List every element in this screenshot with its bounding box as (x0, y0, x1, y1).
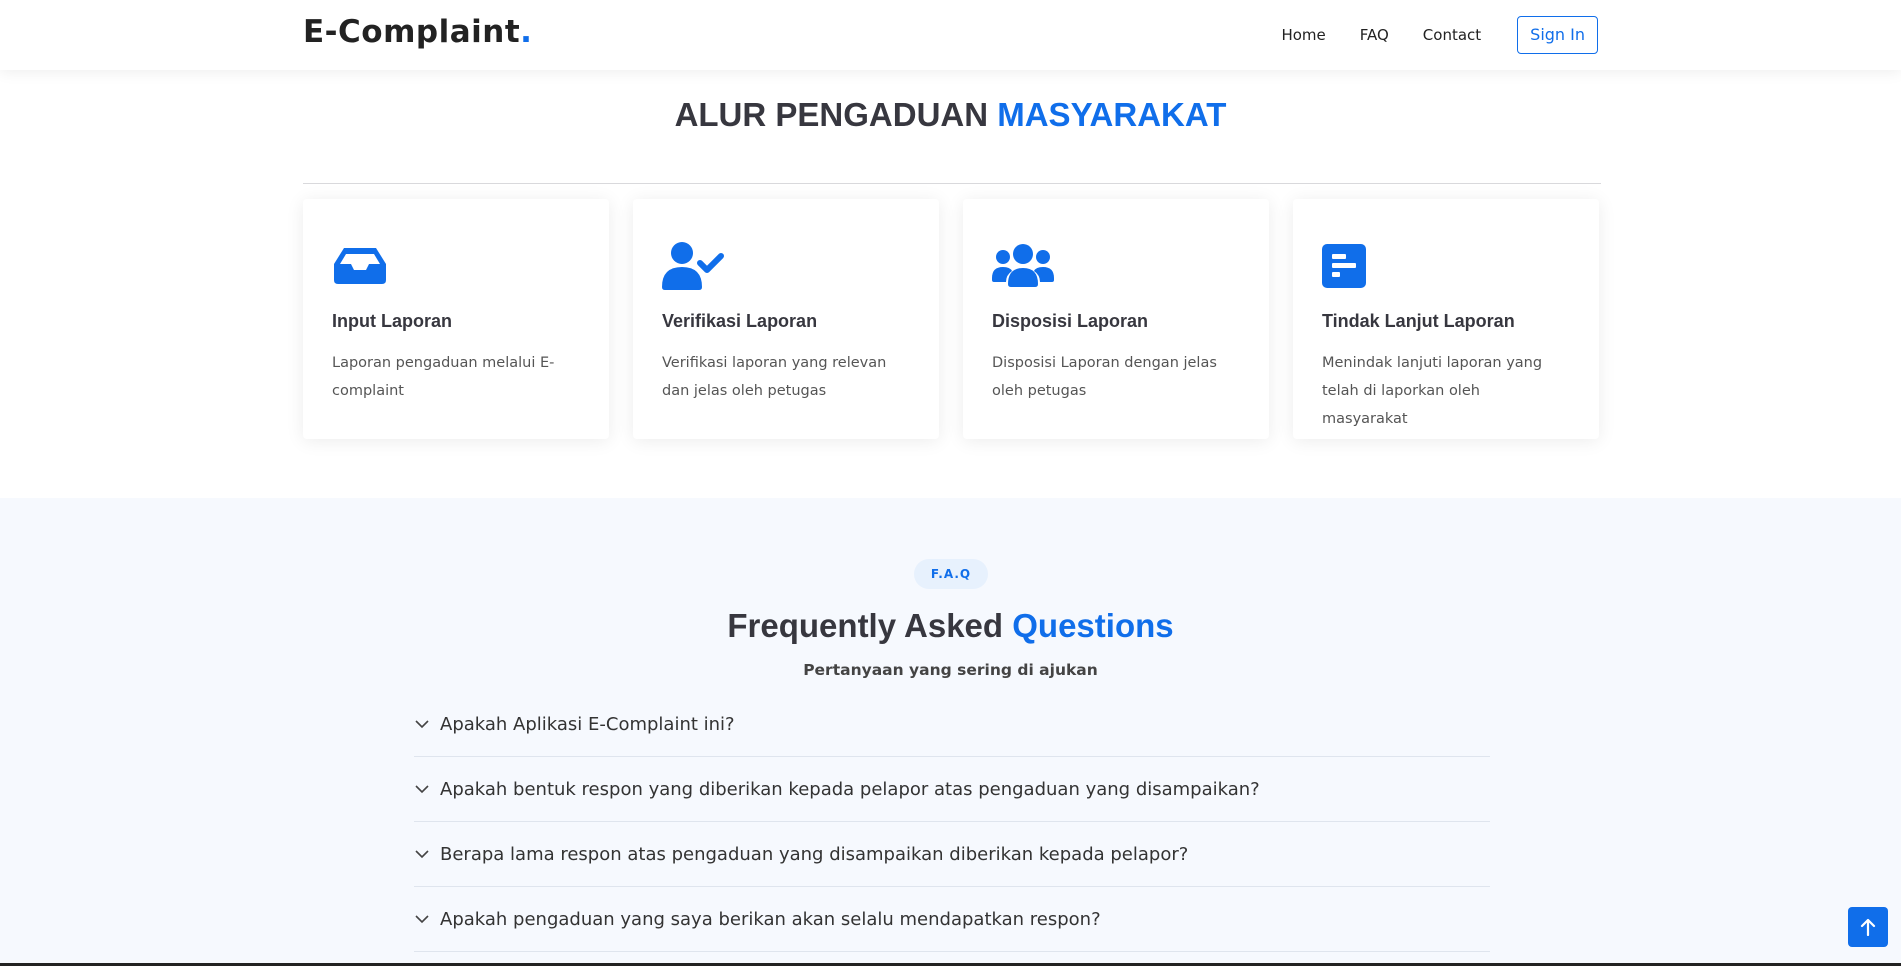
card-tindak-lanjut-laporan: Tindak Lanjut Laporan Menindak lanjuti l… (1293, 199, 1599, 439)
logo-dot: . (520, 14, 533, 50)
faq-title-main: Frequently Asked (727, 607, 1004, 644)
section-divider (303, 183, 1601, 184)
faq-badge: F.A.Q (914, 559, 988, 589)
card-text: Laporan pengaduan melalui E-complaint (332, 355, 555, 399)
arrow-up-icon (1860, 918, 1876, 936)
faq-item[interactable]: Apakah bentuk respon yang diberikan kepa… (414, 757, 1490, 822)
sign-in-button[interactable]: Sign In (1517, 16, 1598, 54)
card-text: Verifikasi laporan yang relevan dan jela… (662, 355, 887, 399)
logo[interactable]: E-Complaint. (303, 14, 532, 50)
faq-item[interactable]: Apakah Aplikasi E-Complaint ini? (414, 692, 1490, 757)
card-title: Disposisi Laporan (992, 311, 1149, 331)
faq-question: Apakah Aplikasi E-Complaint ini? (440, 713, 735, 735)
faq-title: Frequently Asked Questions (0, 607, 1901, 645)
site-header: E-Complaint. Home FAQ Contact Sign In (0, 0, 1901, 70)
faq-question: Apakah pengaduan yang saya berikan akan … (440, 908, 1101, 930)
faq-question: Apakah bentuk respon yang diberikan kepa… (440, 778, 1260, 800)
faq-section: F.A.Q Frequently Asked Questions Pertany… (0, 498, 1901, 966)
main-nav: Home FAQ Contact Sign In (1247, 16, 1598, 54)
faq-title-highlight: Questions (1012, 607, 1174, 644)
card-title: Verifikasi Laporan (662, 311, 818, 331)
users-icon (992, 241, 1240, 291)
chevron-down-icon (415, 785, 429, 794)
card-text: Disposisi Laporan dengan jelas oleh petu… (992, 355, 1217, 399)
document-icon (1322, 241, 1570, 291)
chevron-down-icon (415, 850, 429, 859)
inbox-icon (332, 241, 580, 291)
logo-text: E-Complaint (303, 14, 521, 50)
alur-section-title: ALUR PENGADUAN MASYARAKAT (0, 96, 1901, 134)
chevron-down-icon (415, 720, 429, 729)
faq-list: Apakah Aplikasi E-Complaint ini? Apakah … (414, 692, 1490, 952)
card-text: Menindak lanjuti laporan yang telah di l… (1322, 355, 1543, 427)
faq-item[interactable]: Apakah pengaduan yang saya berikan akan … (414, 887, 1490, 952)
alur-title-highlight: MASYARAKAT (997, 96, 1227, 133)
faq-item[interactable]: Berapa lama respon atas pengaduan yang d… (414, 822, 1490, 887)
nav-home[interactable]: Home (1281, 26, 1325, 44)
card-verifikasi-laporan: Verifikasi Laporan Verifikasi laporan ya… (633, 199, 939, 439)
nav-faq[interactable]: FAQ (1360, 26, 1389, 44)
card-title: Tindak Lanjut Laporan (1322, 311, 1515, 331)
card-disposisi-laporan: Disposisi Laporan Disposisi Laporan deng… (963, 199, 1269, 439)
card-input-laporan: Input Laporan Laporan pengaduan melalui … (303, 199, 609, 439)
faq-question: Berapa lama respon atas pengaduan yang d… (440, 843, 1189, 865)
back-to-top-button[interactable] (1848, 907, 1888, 947)
alur-title-main: ALUR PENGADUAN (674, 96, 989, 133)
chevron-down-icon (415, 915, 429, 924)
faq-subtitle: Pertanyaan yang sering di ajukan (803, 661, 1098, 679)
alur-cards: Input Laporan Laporan pengaduan melalui … (303, 199, 1601, 439)
user-check-icon (662, 241, 910, 291)
card-title: Input Laporan (332, 311, 452, 331)
nav-contact[interactable]: Contact (1423, 26, 1481, 44)
